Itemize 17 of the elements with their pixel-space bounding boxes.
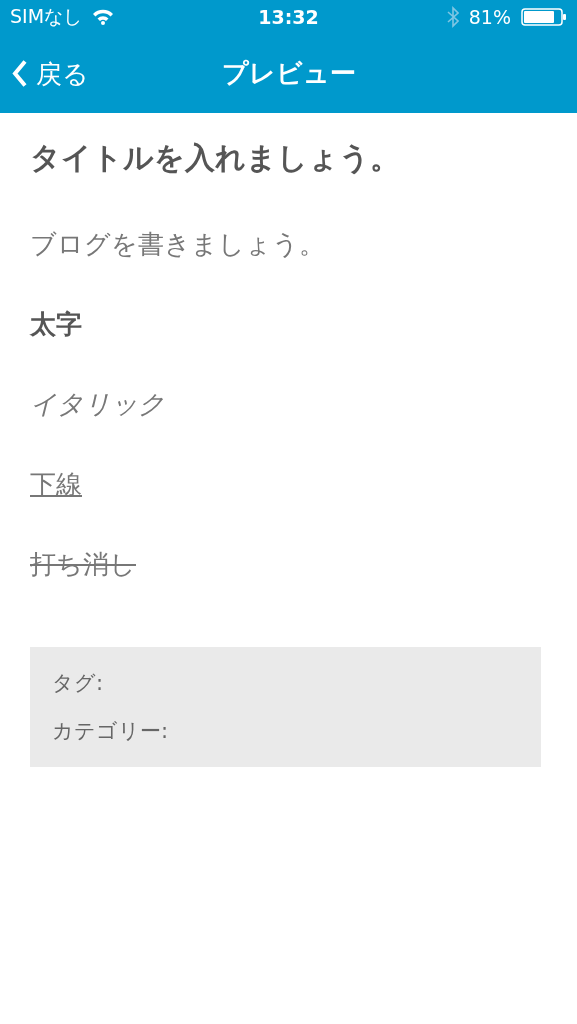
post-title: タイトルを入れましょう。 (30, 139, 400, 177)
wifi-icon (92, 9, 115, 25)
meta-label: カテゴリー: (52, 718, 170, 745)
bluetooth-icon (446, 6, 459, 28)
battery-percent: 81% (468, 6, 511, 28)
battery-icon (521, 8, 567, 26)
clock-time: 13:32 (258, 6, 319, 28)
screen-title: プレビュー (221, 57, 356, 90)
back-button[interactable]: 戻る (12, 56, 89, 91)
post-text: ブログを書きましょう。 (30, 228, 325, 261)
post-text: イタリック (30, 388, 165, 421)
post-text: 打ち消し (30, 548, 136, 581)
post-text: 太字 (30, 308, 82, 341)
meta-label: タグ: (52, 670, 105, 697)
chevron-left-icon (12, 59, 28, 88)
carrier-label: SIMなし (10, 4, 83, 29)
post-text: 下線 (30, 468, 82, 501)
